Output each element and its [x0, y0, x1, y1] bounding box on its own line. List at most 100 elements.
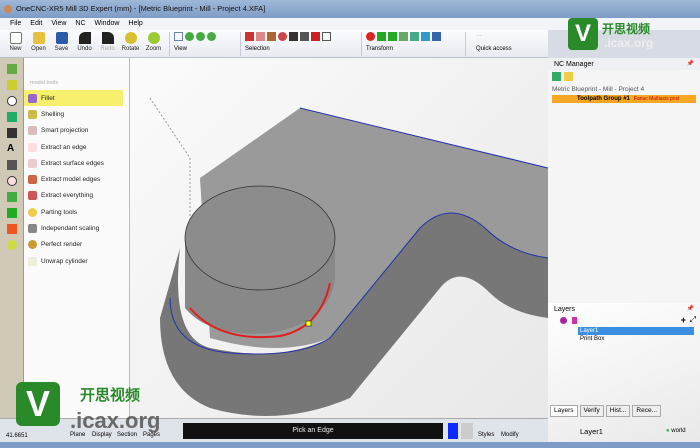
open-label: Open [31, 46, 46, 52]
model-edges-icon [28, 175, 37, 185]
tab-recent[interactable]: Rece... [632, 405, 661, 417]
nc-tool-icon[interactable] [552, 72, 561, 81]
undo-label: Undo [77, 46, 92, 52]
undo-button[interactable]: Undo [73, 30, 96, 52]
zoom-button[interactable]: Zoom [142, 30, 165, 52]
transform-group[interactable]: Transform [366, 30, 461, 52]
add-layer-icon[interactable]: + [681, 315, 686, 325]
menu-edit[interactable]: Edit [30, 18, 42, 30]
move-icon [377, 32, 386, 41]
tool-label: Fillet [41, 94, 55, 102]
toolbar: New Open Save Undo Redo Rotate Zoom View… [0, 30, 548, 58]
tool-independant-scaling[interactable]: Independant scaling [24, 220, 129, 236]
zoom-window-icon [174, 32, 183, 41]
pin-icon[interactable]: 📌 [687, 60, 694, 67]
nc-project-name: Metric Blueprint - Mill - Project 4 [552, 86, 645, 93]
circle-icon[interactable] [7, 96, 17, 106]
tool-parting[interactable]: Parting tools [24, 204, 129, 220]
select-all-icon [311, 32, 320, 41]
array-icon [432, 32, 441, 41]
styles-button[interactable]: Styles [478, 432, 494, 438]
text-icon[interactable]: A [7, 144, 17, 154]
visibility-icon[interactable] [560, 317, 567, 324]
surface-icon[interactable] [7, 192, 17, 202]
tool-shelling[interactable]: Shelling [24, 106, 129, 122]
render-icon[interactable] [7, 240, 17, 250]
tab-verify[interactable]: Verify [579, 405, 604, 417]
divider [169, 32, 170, 56]
model-tools-panel: model tools Fillet Shelling Smart projec… [24, 58, 130, 418]
tab-history[interactable]: Hist... [605, 405, 631, 417]
panel-tabs: Layers Verify Hist... Rece... [550, 405, 661, 417]
rotate-icon [124, 32, 137, 44]
cylinder-top [184, 185, 336, 291]
menu-file[interactable]: File [10, 18, 21, 30]
divider [361, 32, 362, 56]
toolpath-group[interactable]: Toolpath Group #1 Fanuc Multiaxis post [552, 95, 696, 103]
rotate-button[interactable]: Rotate [119, 30, 142, 52]
save-label: Save [54, 46, 69, 52]
line-icon[interactable] [7, 80, 17, 90]
coord-z: 41.6651 [6, 433, 28, 439]
layer-row[interactable]: Print Box [578, 335, 700, 343]
tool-label: Parting tools [41, 208, 78, 216]
tool-perfect-render[interactable]: Perfect render [24, 237, 129, 253]
menu-window[interactable]: Window [95, 18, 120, 30]
trim-icon[interactable] [7, 128, 17, 138]
app-icon [4, 5, 12, 13]
new-label: New [9, 46, 22, 52]
model-tools-icon[interactable] [7, 224, 17, 234]
menu-view[interactable]: View [51, 18, 66, 30]
model-view[interactable] [130, 58, 549, 418]
color-swatch-grey[interactable] [461, 423, 473, 439]
nc-manager-title: NC Manager [554, 61, 594, 68]
open-button[interactable]: Open [27, 30, 50, 52]
zoom-all-icon [207, 32, 216, 41]
tool-unwrap-cylinder[interactable]: Unwrap cylinder [24, 253, 129, 269]
pin-icon[interactable]: 📌 [687, 305, 694, 312]
projection-icon [28, 126, 37, 136]
watermark-logo: V [568, 18, 598, 50]
lock-icon[interactable] [572, 317, 577, 324]
tool-extract-surface-edges[interactable]: Extract surface edges [24, 155, 129, 171]
redo-label: Redo [100, 46, 115, 52]
redo-button[interactable]: Redo [96, 30, 119, 52]
save-button[interactable]: Save [50, 30, 73, 52]
undo-icon [78, 32, 91, 44]
tool-fillet[interactable]: Fillet [24, 90, 123, 107]
menu-nc[interactable]: NC [75, 18, 85, 30]
layer-row[interactable]: Layer1 [578, 327, 694, 335]
extract-everything-icon [28, 191, 37, 201]
modify-button[interactable]: Modify [501, 432, 519, 438]
tool-label: Smart projection [41, 127, 89, 135]
new-button[interactable]: New [4, 30, 27, 52]
view-group[interactable]: View [174, 30, 236, 52]
expand-icon[interactable]: ⤢ [690, 315, 696, 325]
point-icon[interactable] [7, 64, 17, 74]
color-swatch-blue[interactable] [448, 423, 458, 439]
tool-label: Extract model edges [41, 176, 101, 184]
tool-smart-projection[interactable]: Smart projection [24, 123, 129, 139]
menu-help[interactable]: Help [128, 18, 142, 30]
extract-edge-icon [28, 142, 37, 152]
tool-extract-model-edges[interactable]: Extract model edges [24, 171, 129, 187]
nc-group-icon[interactable] [564, 72, 573, 81]
quick-access-group[interactable]: … Quick access [470, 30, 530, 52]
tool-label: Extract surface edges [41, 159, 104, 167]
solid-icon[interactable] [7, 208, 17, 218]
dimension-icon[interactable] [7, 160, 17, 170]
select-solid-icon [278, 32, 287, 41]
select-grid-icon [289, 32, 298, 41]
ellipse-icon[interactable] [7, 176, 17, 186]
tab-layers[interactable]: Layers [550, 405, 578, 417]
window-title: OneCNC-XR5 Mill 3D Expert (mm) - [Metric… [16, 4, 266, 13]
3d-viewport[interactable] [130, 58, 549, 418]
tool-label: Shelling [41, 110, 65, 118]
layers-header: Layers 📌 [548, 303, 700, 315]
tool-extract-edge[interactable]: Extract an edge [24, 139, 129, 155]
tool-label: Extract an edge [41, 143, 87, 151]
tool-extract-everything[interactable]: Extract everything [24, 188, 129, 204]
title-bar: OneCNC-XR5 Mill 3D Expert (mm) - [Metric… [0, 0, 700, 18]
rectangle-icon[interactable] [7, 112, 17, 122]
selection-group[interactable]: Selection [245, 30, 357, 52]
